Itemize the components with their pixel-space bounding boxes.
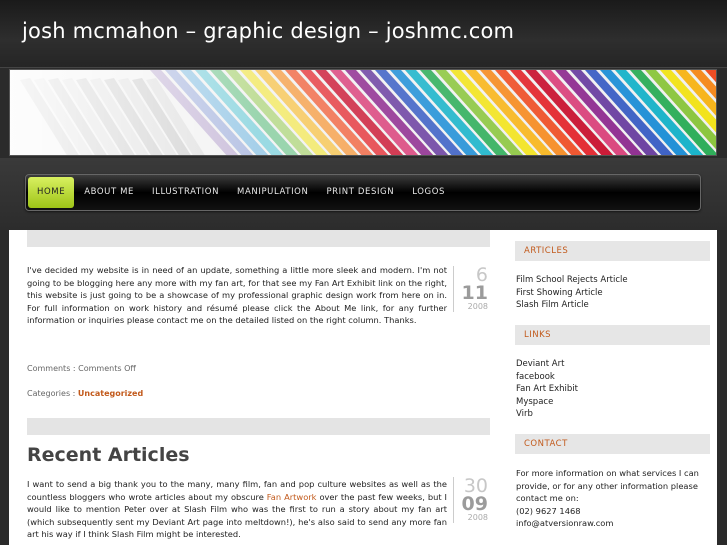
nav-logos[interactable]: LOGOS [403, 177, 454, 208]
sidebar-link[interactable]: Myspace [516, 396, 578, 409]
header-banner-image [9, 69, 717, 156]
category-link[interactable]: Uncategorized [78, 389, 143, 398]
post-date: 6 11 2008 [453, 266, 490, 312]
post-title-bar [27, 230, 490, 247]
contact-phone: (02) 9627 1468 [516, 505, 581, 516]
sidebar-link[interactable]: facebook [516, 371, 578, 384]
sidebar-link[interactable]: Deviant Art [516, 358, 578, 371]
site-title[interactable]: josh mcmahon – graphic design – joshmc.c… [22, 19, 514, 43]
post-comments: Comments : Comments Off [27, 364, 136, 373]
post-date-month: 11 [461, 282, 488, 304]
nav-about-me[interactable]: ABOUT ME [75, 177, 143, 208]
fan-artwork-link[interactable]: Fan Artwork [267, 492, 317, 502]
main-navigation: HOME ABOUT ME ILLUSTRATION MANIPULATION … [25, 174, 701, 211]
post-body: I want to send a big thank you to the ma… [27, 478, 447, 541]
nav-manipulation[interactable]: MANIPULATION [228, 177, 317, 208]
categories-label: Categories : [27, 389, 78, 398]
sidebar-heading-contact: CONTACT [515, 434, 710, 454]
sidebar-link[interactable]: Virb [516, 408, 578, 421]
sidebar-link[interactable]: Film School Rejects Article [516, 274, 628, 287]
nav-print-design[interactable]: PRINT DESIGN [317, 177, 403, 208]
site-header: josh mcmahon – graphic design – joshmc.c… [0, 0, 727, 68]
sidebar-link[interactable]: Slash Film Article [516, 299, 628, 312]
sidebar-articles-list: Film School Rejects Article First Showin… [516, 274, 628, 312]
contact-email[interactable]: info@atversionraw.com [516, 517, 706, 530]
sidebar-link[interactable]: First Showing Article [516, 287, 628, 300]
nav-illustration[interactable]: ILLUSTRATION [143, 177, 228, 208]
sidebar-links-list: Deviant Art facebook Fan Art Exhibit Mys… [516, 358, 578, 421]
post-date-month: 09 [461, 493, 488, 515]
contact-text: For more information on what services I … [516, 468, 699, 503]
post-title[interactable]: Recent Articles [27, 444, 190, 466]
color-swatch-fan-image [10, 70, 716, 155]
post-date-year: 2008 [467, 513, 488, 522]
sidebar-link[interactable]: Fan Art Exhibit [516, 383, 578, 396]
post-date: 30 09 2008 [453, 477, 490, 523]
sidebar-heading-articles: ARTICLES [515, 241, 710, 261]
comments-value: Comments Off [78, 364, 136, 373]
post-title-bar [27, 418, 490, 435]
comments-label: Comments : [27, 364, 79, 373]
nav-home[interactable]: HOME [28, 177, 75, 208]
sidebar-heading-links: LINKS [515, 325, 710, 345]
post-categories: Categories : Uncategorized [27, 389, 143, 398]
post-date-year: 2008 [467, 302, 488, 311]
contact-info: For more information on what services I … [516, 467, 706, 530]
post-body: I've decided my website is in need of an… [27, 265, 447, 325]
